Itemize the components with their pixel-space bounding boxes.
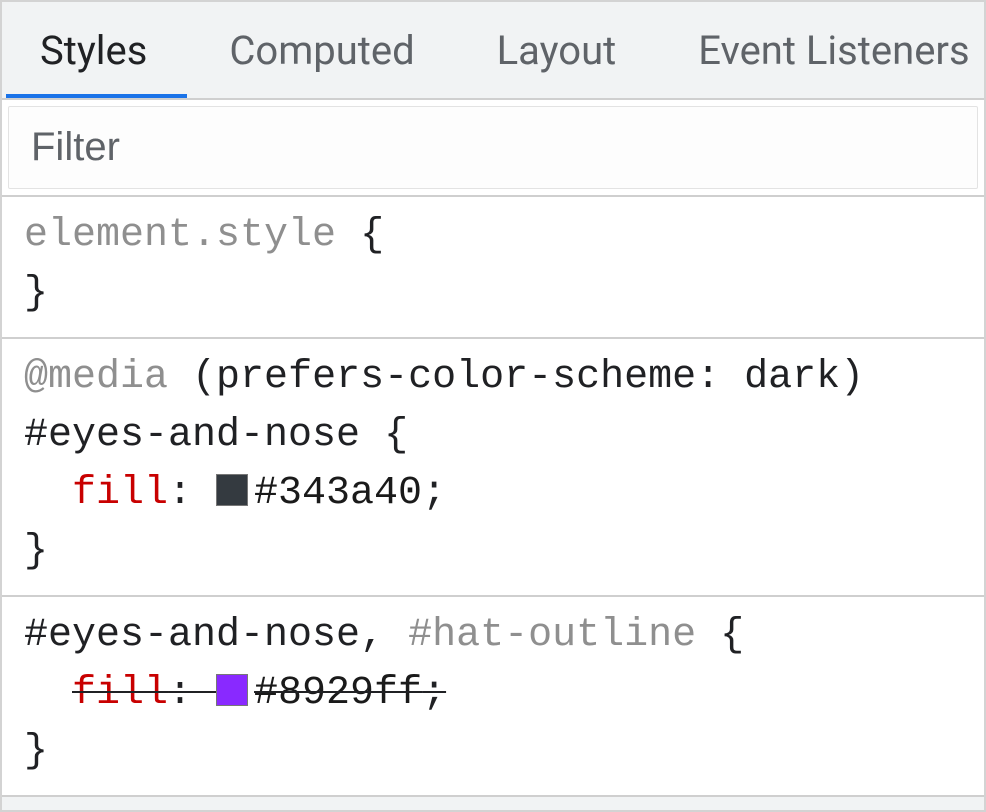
brace-open: { (360, 413, 408, 458)
rule-selector: element.style (24, 213, 336, 258)
css-property-name: fill (72, 671, 168, 716)
color-swatch[interactable] (216, 474, 248, 506)
css-declaration[interactable]: fill: #343a40; (24, 465, 962, 523)
css-declaration[interactable]: fill: #8929ff; (24, 665, 962, 723)
style-rule[interactable]: #eyes-and-nose, #hat-outline { fill: #89… (2, 597, 984, 797)
brace-close: } (24, 271, 48, 316)
rule-selector: #eyes-and-nose (24, 413, 360, 458)
color-swatch[interactable] (216, 674, 248, 706)
brace-close: } (24, 729, 48, 774)
css-property-name: fill (72, 471, 168, 516)
tab-label: Styles (40, 27, 147, 74)
tab-label: Computed (229, 27, 414, 74)
filter-row (2, 100, 984, 197)
brace-open: { (336, 213, 384, 258)
tab-label: Event Listeners (698, 27, 969, 74)
rules-panel: element.style { } @media (prefers-color-… (2, 197, 984, 797)
media-condition: (prefers-color-scheme: dark) (192, 355, 864, 400)
style-rule[interactable]: element.style { } (2, 197, 984, 339)
rule-selector-part: #hat-outline (408, 613, 696, 658)
tab-layout[interactable]: Layout (459, 2, 661, 98)
tabstrip: Styles Computed Layout Event Listeners (2, 2, 984, 100)
filter-input[interactable] (8, 106, 978, 189)
media-keyword: @media (24, 355, 168, 400)
style-rule[interactable]: @media (prefers-color-scheme: dark) #eye… (2, 339, 984, 597)
css-property-value: #343a40 (254, 471, 422, 516)
brace-open: { (696, 613, 744, 658)
tab-label: Layout (497, 27, 617, 74)
css-property-value: #8929ff (254, 671, 422, 716)
tab-styles[interactable]: Styles (2, 2, 191, 98)
brace-close: } (24, 529, 48, 574)
rule-selector-part: #eyes-and-nose (24, 613, 360, 658)
tab-computed[interactable]: Computed (191, 2, 458, 98)
tab-event-listeners[interactable]: Event Listeners (660, 2, 984, 98)
